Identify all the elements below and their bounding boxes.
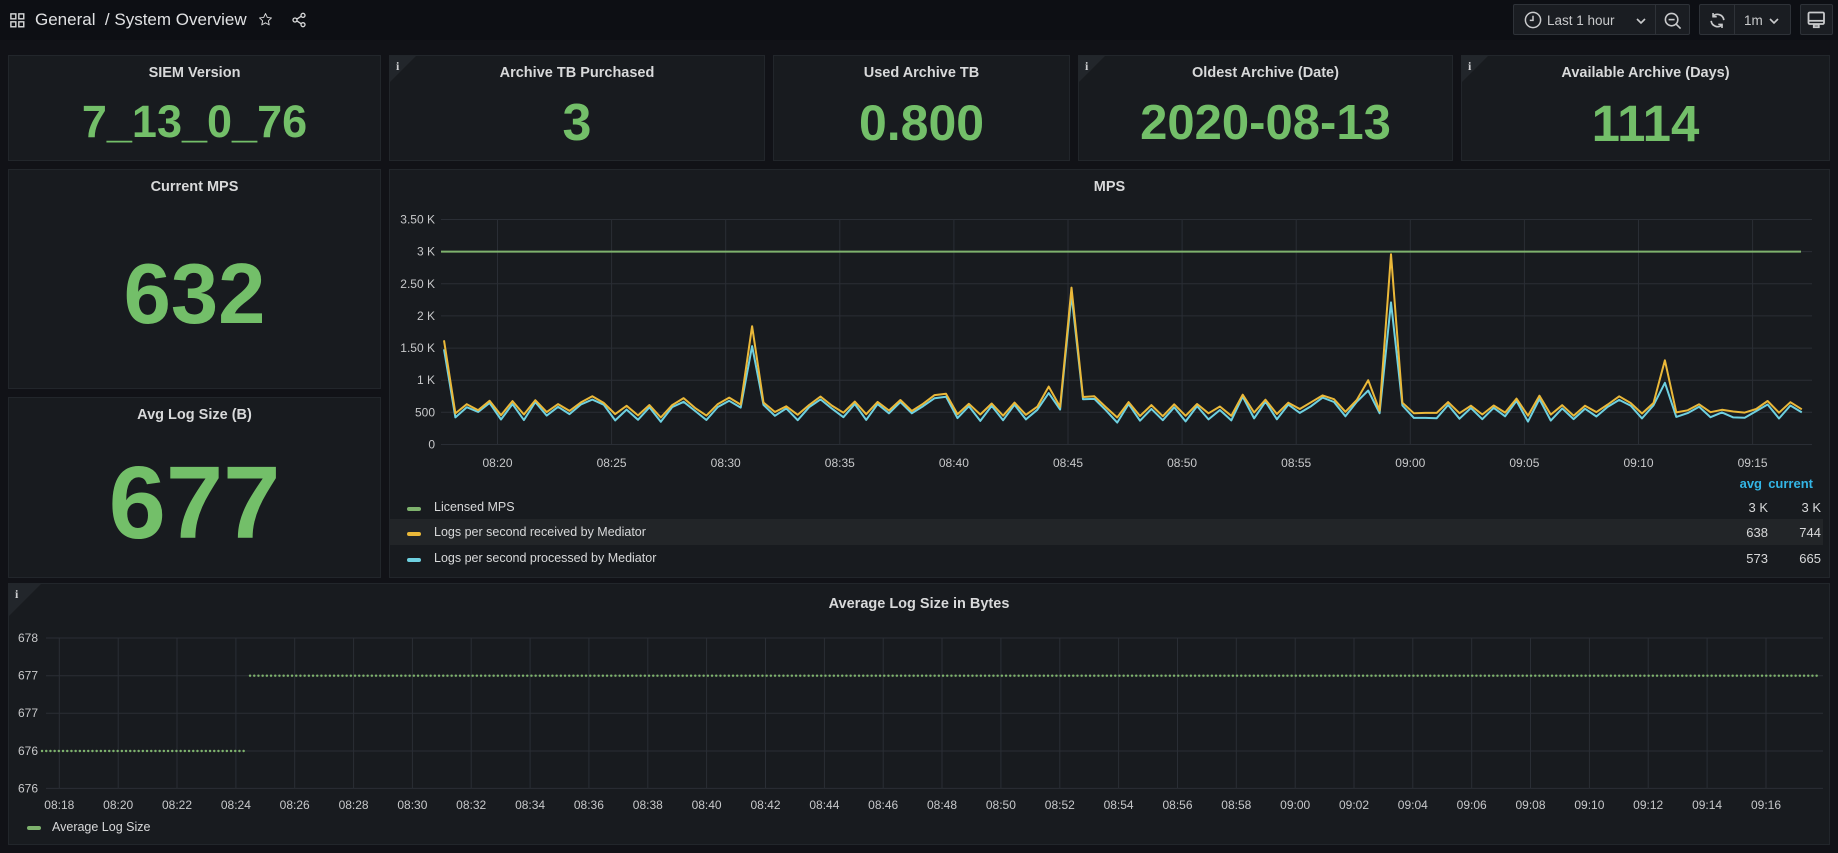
svg-text:09:10: 09:10 — [1623, 456, 1653, 470]
svg-text:1 K: 1 K — [417, 373, 435, 387]
svg-text:08:50: 08:50 — [986, 798, 1016, 812]
svg-text:09:16: 09:16 — [1751, 798, 1781, 812]
svg-text:08:25: 08:25 — [597, 456, 627, 470]
svg-text:08:32: 08:32 — [456, 798, 486, 812]
svg-text:08:18: 08:18 — [44, 798, 74, 812]
svg-text:08:44: 08:44 — [809, 798, 839, 812]
svg-text:08:40: 08:40 — [692, 798, 722, 812]
svg-text:08:36: 08:36 — [574, 798, 604, 812]
svg-text:1.50 K: 1.50 K — [400, 341, 435, 355]
svg-text:08:40: 08:40 — [939, 456, 969, 470]
svg-text:08:26: 08:26 — [280, 798, 310, 812]
svg-text:676: 676 — [18, 744, 38, 758]
svg-text:677: 677 — [18, 669, 38, 683]
svg-text:08:52: 08:52 — [1045, 798, 1075, 812]
svg-text:0: 0 — [428, 438, 435, 452]
svg-text:09:06: 09:06 — [1457, 798, 1487, 812]
svg-text:09:08: 09:08 — [1515, 798, 1545, 812]
svg-text:2.50 K: 2.50 K — [400, 277, 435, 291]
svg-text:08:28: 08:28 — [339, 798, 369, 812]
svg-text:08:58: 08:58 — [1221, 798, 1251, 812]
svg-text:677: 677 — [18, 706, 38, 720]
svg-text:09:15: 09:15 — [1738, 456, 1768, 470]
svg-text:08:54: 08:54 — [1104, 798, 1134, 812]
svg-text:3.50 K: 3.50 K — [400, 213, 435, 227]
svg-text:09:00: 09:00 — [1280, 798, 1310, 812]
svg-text:08:48: 08:48 — [927, 798, 957, 812]
svg-text:676: 676 — [18, 781, 38, 795]
svg-text:08:56: 08:56 — [1162, 798, 1192, 812]
svg-text:3 K: 3 K — [417, 245, 435, 259]
svg-text:08:50: 08:50 — [1167, 456, 1197, 470]
svg-text:09:14: 09:14 — [1692, 798, 1722, 812]
svg-text:08:30: 08:30 — [711, 456, 741, 470]
svg-text:678: 678 — [18, 631, 38, 645]
svg-text:08:30: 08:30 — [397, 798, 427, 812]
svg-text:08:22: 08:22 — [162, 798, 192, 812]
svg-text:2 K: 2 K — [417, 309, 435, 323]
svg-text:08:55: 08:55 — [1281, 456, 1311, 470]
svg-text:08:35: 08:35 — [825, 456, 855, 470]
svg-text:08:20: 08:20 — [482, 456, 512, 470]
svg-text:09:00: 09:00 — [1395, 456, 1425, 470]
svg-text:09:10: 09:10 — [1574, 798, 1604, 812]
svg-text:09:04: 09:04 — [1398, 798, 1428, 812]
svg-text:500: 500 — [415, 405, 435, 419]
svg-text:08:24: 08:24 — [221, 798, 251, 812]
svg-text:09:12: 09:12 — [1633, 798, 1663, 812]
svg-text:09:02: 09:02 — [1339, 798, 1369, 812]
svg-text:08:45: 08:45 — [1053, 456, 1083, 470]
svg-text:08:42: 08:42 — [750, 798, 780, 812]
svg-text:08:38: 08:38 — [633, 798, 663, 812]
svg-text:08:46: 08:46 — [868, 798, 898, 812]
svg-text:09:05: 09:05 — [1509, 456, 1539, 470]
svg-text:08:34: 08:34 — [515, 798, 545, 812]
svg-text:08:20: 08:20 — [103, 798, 133, 812]
